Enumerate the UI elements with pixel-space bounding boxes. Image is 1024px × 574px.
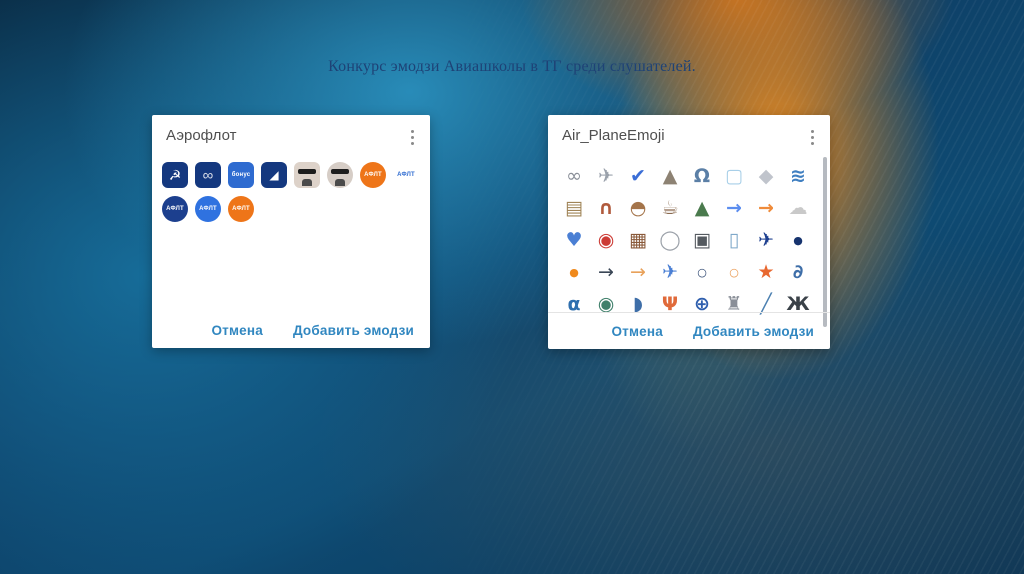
swirl-logo-badge-icon: ∞: [202, 166, 214, 184]
wave-emoji[interactable]: ≋: [782, 160, 814, 192]
airplane-blue-emoji[interactable]: ✈: [750, 224, 782, 256]
spiral-shell-emoji[interactable]: ∂: [782, 256, 814, 288]
aeroflot-wings-badge[interactable]: ☭: [162, 162, 188, 188]
food-bowl-emoji[interactable]: ◓: [622, 192, 654, 224]
wing-badge-icon: ◢: [269, 168, 279, 182]
check-mark-emoji[interactable]: ✔: [622, 160, 654, 192]
lantern-emoji[interactable]: ◉: [590, 224, 622, 256]
aflt-orange-badge-2[interactable]: АФЛТ: [228, 196, 254, 222]
aflt-navy-badge[interactable]: АФЛТ: [162, 196, 188, 222]
aflt-orange-badge-1-label: АФЛТ: [364, 172, 382, 178]
aflt-blue-badge-label: АФЛТ: [199, 206, 217, 212]
knot-emoji[interactable]: ∞: [558, 160, 590, 192]
airplane-outline-emoji[interactable]: ✈: [654, 256, 686, 288]
aflt-orange-badge-1[interactable]: АФЛТ: [360, 162, 386, 188]
arrow-right-orange-emoji[interactable]: →: [750, 192, 782, 224]
emoji-grid: ∞ ✈ ✔ ▲ Ω ▢ ◆ ≋ ▤ ∩ ◓ ☕ ▲ → → ☁ ♥ ◉ ▦ ◯ ▣ ▯ ✈ ● ● → → ✈ ○ ○ ★ ∂ α ◉ ◗ Ψ ⊕ ♜ ╱ Ж: [548, 154, 830, 320]
pillow-emoji[interactable]: ◆: [750, 160, 782, 192]
aflt-light-logo[interactable]: АФЛТ: [393, 162, 419, 188]
aflt-blue-badge[interactable]: АФЛТ: [195, 196, 221, 222]
sausage-emoji[interactable]: ∩: [590, 192, 622, 224]
plane-window-emoji[interactable]: ◯: [654, 224, 686, 256]
cancel-button[interactable]: Отмена: [211, 323, 262, 338]
bonus-badge[interactable]: бонус: [228, 162, 254, 188]
ice-cube-emoji[interactable]: ▢: [718, 160, 750, 192]
pine-tree-emoji[interactable]: ▲: [686, 192, 718, 224]
dialog-title: Air_PlaneEmoji: [562, 127, 665, 144]
smartphone-emoji[interactable]: ▯: [718, 224, 750, 256]
plane-sculpture-emoji[interactable]: ✈: [590, 160, 622, 192]
person-photo-round[interactable]: [327, 162, 353, 188]
cancel-button[interactable]: Отмена: [611, 324, 662, 339]
scrollbar[interactable]: [823, 157, 827, 327]
arrow-thin-orange-emoji[interactable]: →: [622, 256, 654, 288]
ring-orange-emoji[interactable]: ○: [718, 256, 750, 288]
ring-dark-emoji[interactable]: ○: [686, 256, 718, 288]
person-photo-square[interactable]: [294, 162, 320, 188]
books-emoji[interactable]: ▤: [558, 192, 590, 224]
kebab-menu-icon[interactable]: [807, 127, 818, 148]
arrow-right-blue-emoji[interactable]: →: [718, 192, 750, 224]
wing-badge[interactable]: ◢: [261, 162, 287, 188]
swirl-logo-badge[interactable]: ∞: [195, 162, 221, 188]
dialog-title: Аэрофлот: [166, 127, 237, 144]
bonus-badge-label: бонус: [231, 172, 251, 178]
add-emoji-button[interactable]: Добавить эмодзи: [293, 323, 414, 338]
aeroflot-wings-badge-icon: ☭: [168, 167, 182, 183]
dialog-header: Аэрофлот: [152, 115, 430, 154]
camera-emoji[interactable]: ▣: [686, 224, 718, 256]
aflt-navy-badge-label: АФЛТ: [166, 206, 184, 212]
dot-orange-emoji[interactable]: ●: [558, 256, 590, 288]
presentation-slide: Конкурс эмодзи Авиашколы в ТГ среди слуш…: [0, 0, 1024, 574]
aflt-orange-badge-2-label: АФЛТ: [232, 206, 250, 212]
starfish-emoji[interactable]: ★: [750, 256, 782, 288]
kebab-menu-icon[interactable]: [407, 127, 418, 148]
arrow-right-dark-emoji[interactable]: →: [590, 256, 622, 288]
mountain-emoji[interactable]: ▲: [654, 160, 686, 192]
blue-heart-emoji[interactable]: ♥: [558, 224, 590, 256]
dialog-footer: Отмена Добавить эмодзи: [548, 312, 830, 349]
coffee-emoji[interactable]: ☕: [654, 192, 686, 224]
dialog-footer: Отмена Добавить эмодзи: [152, 312, 430, 348]
sticker-grid: ☭ ∞ бонус ◢ АФЛТ АФЛТ АФЛТ АФЛТ АФЛТ: [152, 154, 430, 222]
emoji-dialog-airplane: Air_PlaneEmoji ∞ ✈ ✔ ▲ Ω ▢ ◆ ≋ ▤ ∩ ◓ ☕ ▲ → → ☁ ♥ ◉ ▦ ◯ ▣ ▯ ✈ ● ●…: [548, 115, 830, 349]
aflt-light-logo-label: АФЛТ: [397, 172, 415, 178]
shell-white-emoji[interactable]: ☁: [782, 192, 814, 224]
slide-title: Конкурс эмодзи Авиашколы в ТГ среди слуш…: [328, 58, 696, 75]
suitcase-emoji[interactable]: ▦: [622, 224, 654, 256]
add-emoji-button[interactable]: Добавить эмодзи: [693, 324, 814, 339]
dot-blue-emoji[interactable]: ●: [782, 224, 814, 256]
headphones-emoji[interactable]: Ω: [686, 160, 718, 192]
sticker-dialog-aeroflot: Аэрофлот ☭ ∞ бонус ◢ АФЛТ АФЛТ АФЛТ АФЛТ АФЛТ От…: [152, 115, 430, 348]
dialog-header: Air_PlaneEmoji: [548, 115, 830, 154]
